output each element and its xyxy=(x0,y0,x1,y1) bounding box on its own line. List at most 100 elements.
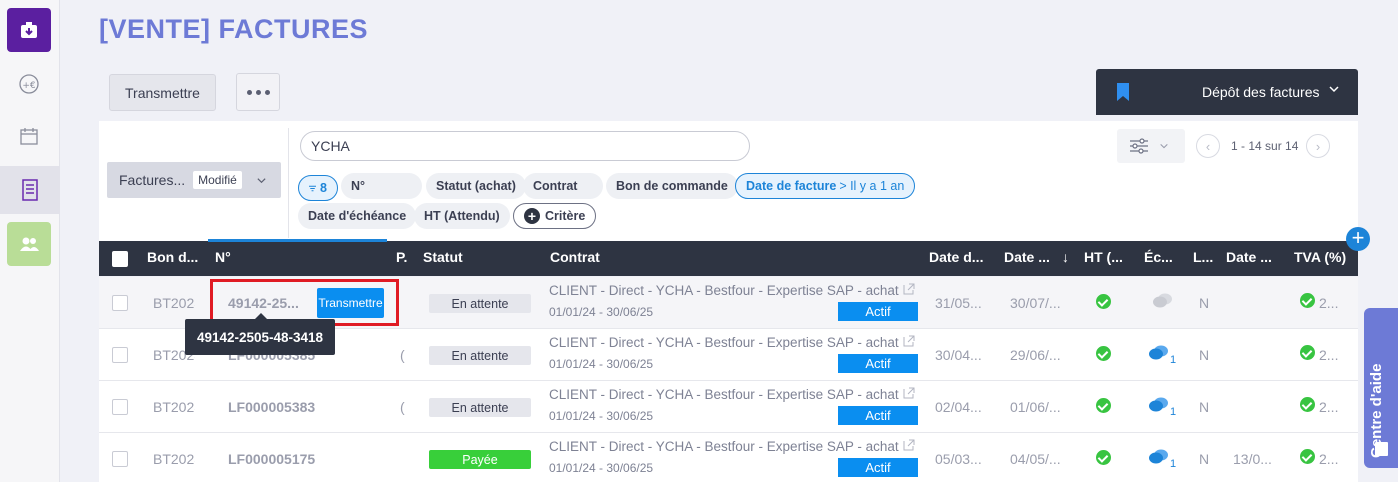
plus-icon: + xyxy=(524,208,540,224)
column-header[interactable]: Date ... xyxy=(1004,241,1060,276)
filter-chip-numero[interactable]: N° xyxy=(341,173,422,199)
column-header[interactable]: Contrat xyxy=(550,241,630,276)
filter-count: 8 xyxy=(320,181,327,195)
invoice-icon xyxy=(22,179,38,201)
column-header[interactable]: N° xyxy=(215,241,255,276)
row-transmit-button[interactable]: Transmettre xyxy=(317,288,384,318)
column-header[interactable]: Date d... xyxy=(929,241,993,276)
calendar-icon xyxy=(20,128,38,145)
comments-empty-icon[interactable] xyxy=(1152,292,1174,310)
sort-desc-icon[interactable]: ↓ xyxy=(1062,241,1074,276)
column-header[interactable]: Date ... xyxy=(1226,241,1282,276)
bon-commande-cell: BT2023 xyxy=(153,399,195,415)
filter-chip-date-echeance[interactable]: Date d'échéance xyxy=(298,203,417,229)
contract-period: 01/01/24 - 30/06/25 xyxy=(549,305,654,319)
external-link-icon[interactable] xyxy=(903,335,915,347)
check-icon xyxy=(1096,398,1111,413)
external-link-icon[interactable] xyxy=(903,283,915,295)
column-header[interactable]: HT (... xyxy=(1084,241,1134,276)
invoice-date-cell: 02/04... xyxy=(935,399,982,415)
p-cell: ( xyxy=(400,399,405,415)
external-link-icon[interactable] xyxy=(903,387,915,399)
invoices-button[interactable] xyxy=(0,166,60,214)
bookmark-icon xyxy=(1117,83,1129,101)
l-cell: N xyxy=(1199,295,1209,311)
check-icon xyxy=(1096,346,1111,361)
column-header[interactable]: L... xyxy=(1193,241,1217,276)
select-all-checkbox[interactable] xyxy=(112,251,128,267)
column-header[interactable]: Statut xyxy=(423,241,483,276)
depot-factures-label: Dépôt des factures xyxy=(1202,84,1320,100)
contract-status-badge: Actif xyxy=(838,354,918,373)
add-criteria-button[interactable]: + Critère xyxy=(513,203,597,229)
previous-page-button[interactable]: ‹ xyxy=(1196,134,1220,158)
search-input[interactable] xyxy=(300,131,750,161)
comments-icon[interactable] xyxy=(1148,344,1170,362)
l-cell: N xyxy=(1199,451,1209,467)
contract-title[interactable]: CLIENT - Direct - YCHA - Bestfour - Expe… xyxy=(549,439,899,454)
filter-icon xyxy=(309,185,317,191)
transmit-button[interactable]: Transmettre xyxy=(109,74,216,111)
bon-commande-cell: BT2023 xyxy=(153,451,195,467)
column-header[interactable]: Bon d... xyxy=(147,241,205,276)
filter-chip-ht-attendu[interactable]: HT (Attendu) xyxy=(414,203,510,229)
table-row[interactable]: BT2023 LF000005175 Payée CLIENT - Direct… xyxy=(99,433,1358,482)
saved-view-select[interactable]: Factures... Modifié xyxy=(107,162,281,198)
invoice-date-cell: 05/03... xyxy=(935,451,982,467)
filter-panel: Factures... Modifié 8 N° Statut (achat) … xyxy=(99,121,1358,241)
modified-badge: Modifié xyxy=(193,171,242,189)
column-header[interactable]: P. xyxy=(396,241,412,276)
invoice-number-cell[interactable]: LF000005175 xyxy=(228,433,328,482)
filter-chip-bon-commande[interactable]: Bon de commande xyxy=(606,173,738,199)
upload-icon xyxy=(21,22,37,38)
invoice-number-cell[interactable]: LF000005383 xyxy=(228,381,328,433)
invoice-number-tooltip: 49142-2505-48-3418 xyxy=(185,313,335,355)
table-header: Bon d... N° P. Statut Contrat Date d... … xyxy=(99,239,1358,276)
check-icon xyxy=(1300,397,1315,412)
row-checkbox[interactable] xyxy=(112,399,128,415)
status-badge: En attente xyxy=(429,398,531,417)
column-header[interactable]: TVA (%) xyxy=(1294,241,1354,276)
row-checkbox[interactable] xyxy=(112,451,128,467)
table-row[interactable]: BT2023 LF000005383 ( En attente CLIENT -… xyxy=(99,381,1358,433)
add-criteria-label: Critère xyxy=(545,209,586,223)
contract-status-badge: Actif xyxy=(838,302,918,321)
add-column-button[interactable]: + xyxy=(1346,227,1370,251)
l-cell: N xyxy=(1199,347,1209,363)
users-icon xyxy=(20,237,39,251)
next-page-button[interactable]: › xyxy=(1306,134,1330,158)
comment-count: 1 xyxy=(1170,458,1177,470)
filter-chip-statut[interactable]: Statut (achat) xyxy=(426,173,526,199)
more-actions-button[interactable] xyxy=(236,73,280,111)
filter-chip-contrat[interactable]: Contrat xyxy=(523,173,603,199)
users-button[interactable] xyxy=(7,222,51,266)
date-filter-value: > Il y a 1 an xyxy=(839,179,905,193)
sidebar: +€ xyxy=(0,0,60,482)
contract-period: 01/01/24 - 30/06/25 xyxy=(549,357,654,371)
status-badge: En attente xyxy=(429,294,531,313)
invoice-date-cell: 31/05... xyxy=(935,295,982,311)
column-settings-button[interactable] xyxy=(1117,129,1185,163)
tva-cell: 2... xyxy=(1319,399,1339,415)
contract-title[interactable]: CLIENT - Direct - YCHA - Bestfour - Expe… xyxy=(549,335,899,350)
contract-title[interactable]: CLIENT - Direct - YCHA - Bestfour - Expe… xyxy=(549,387,899,402)
external-link-icon[interactable] xyxy=(903,439,915,451)
calendar-button[interactable] xyxy=(7,114,51,158)
chevron-down-icon xyxy=(257,177,266,183)
row-checkbox[interactable] xyxy=(112,295,128,311)
home-button[interactable] xyxy=(7,8,51,52)
depot-factures-dropdown[interactable]: Dépôt des factures xyxy=(1096,69,1358,115)
column-header[interactable]: Éc... xyxy=(1144,241,1182,276)
contract-title[interactable]: CLIENT - Direct - YCHA - Bestfour - Expe… xyxy=(549,283,899,298)
comments-icon[interactable] xyxy=(1148,448,1170,466)
sliders-icon xyxy=(1130,138,1148,154)
comments-icon[interactable] xyxy=(1148,396,1170,414)
tva-cell: 2... xyxy=(1319,451,1339,467)
currency-button[interactable]: +€ xyxy=(7,62,51,106)
pagination-text: 1 - 14 sur 14 xyxy=(1231,139,1299,153)
contract-status-badge: Actif xyxy=(838,458,918,477)
filter-count-chip[interactable]: 8 xyxy=(298,175,338,201)
row-checkbox[interactable] xyxy=(112,347,128,363)
filter-chip-date-facture[interactable]: Date de facture > Il y a 1 an xyxy=(735,173,916,199)
help-center-tab[interactable]: Centre d'aide xyxy=(1364,308,1398,468)
